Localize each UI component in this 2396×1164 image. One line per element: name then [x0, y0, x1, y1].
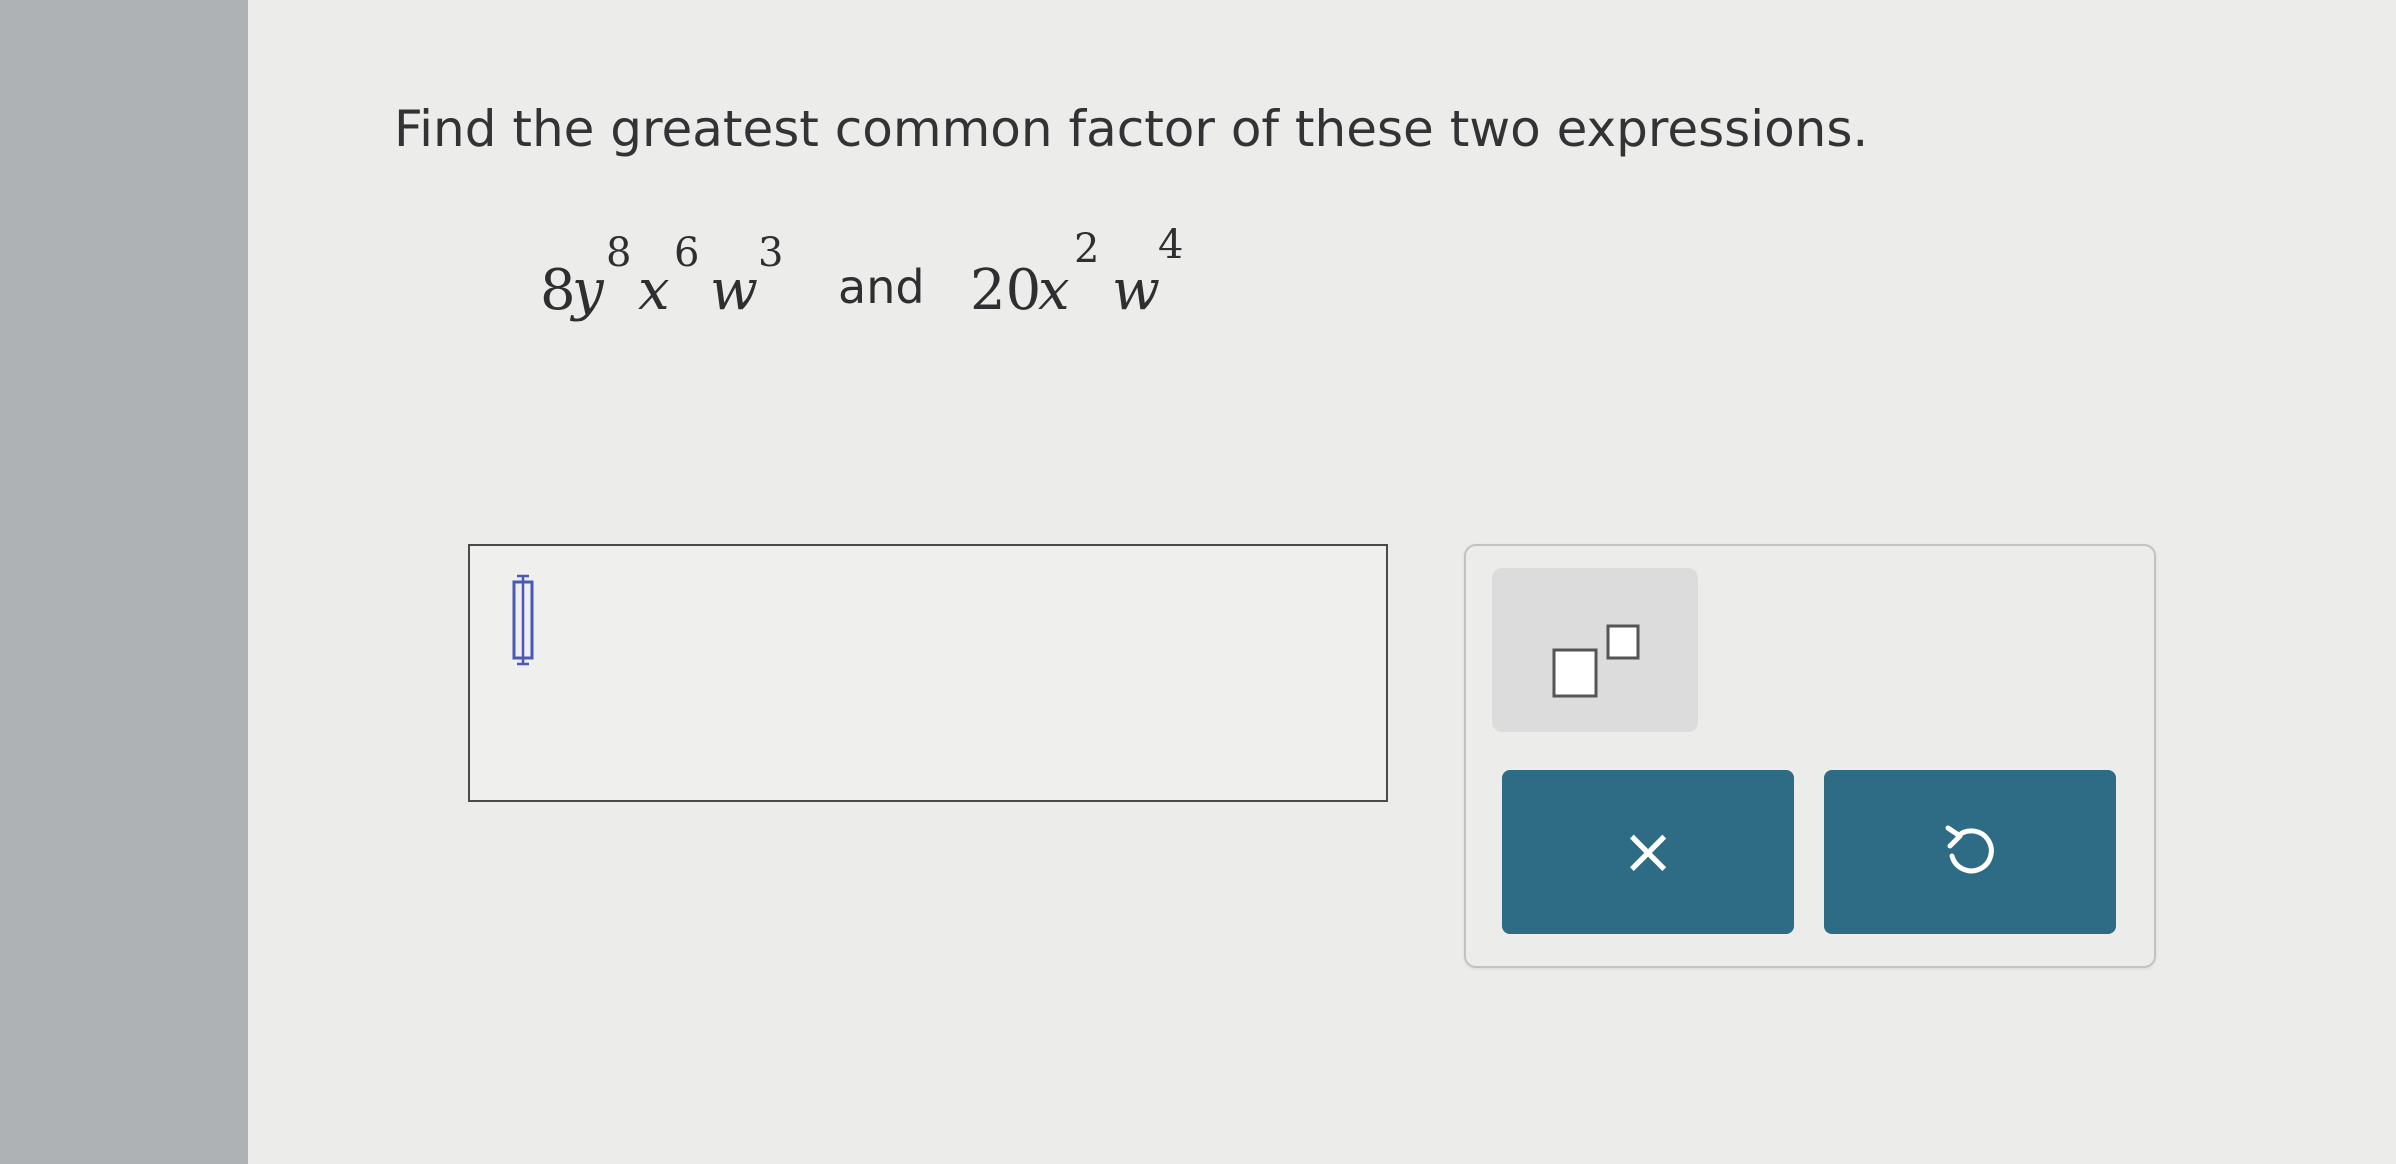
expr1-coefficient: 8: [540, 258, 576, 323]
left-margin-strip: [0, 0, 248, 1164]
conjunction-and: and: [838, 260, 925, 314]
text-cursor-icon: [512, 574, 534, 666]
close-icon: ×: [1621, 815, 1675, 889]
expr1-variable-y: y: [572, 258, 604, 323]
expr1-exponent-w: 3: [758, 230, 784, 276]
expr1-exponent-y: 8: [606, 230, 632, 276]
expr1-exponent-x: 6: [674, 230, 700, 276]
superscript-template-icon: [1552, 624, 1640, 698]
expr2-variable-w: w: [1112, 258, 1160, 323]
expr2-coefficient: 20: [970, 258, 1042, 323]
clear-button[interactable]: ×: [1502, 770, 1794, 934]
question-prompt: Find the greatest common factor of these…: [394, 100, 1869, 158]
expr2-exponent-w: 4: [1158, 222, 1184, 268]
answer-input[interactable]: [468, 544, 1388, 802]
undo-icon: [1945, 825, 1994, 874]
undo-button[interactable]: [1824, 770, 2116, 934]
expr1-variable-w: w: [710, 258, 758, 323]
expr2-exponent-x: 2: [1074, 226, 1100, 272]
expression-line: 8 y 8 x 6 w 3 and 20 x 2 w 4: [540, 222, 1340, 340]
exponent-button[interactable]: [1492, 568, 1698, 732]
expr1-variable-x: x: [638, 258, 670, 323]
expr2-variable-x: x: [1038, 258, 1070, 323]
math-keypad: ×: [1464, 544, 2156, 968]
